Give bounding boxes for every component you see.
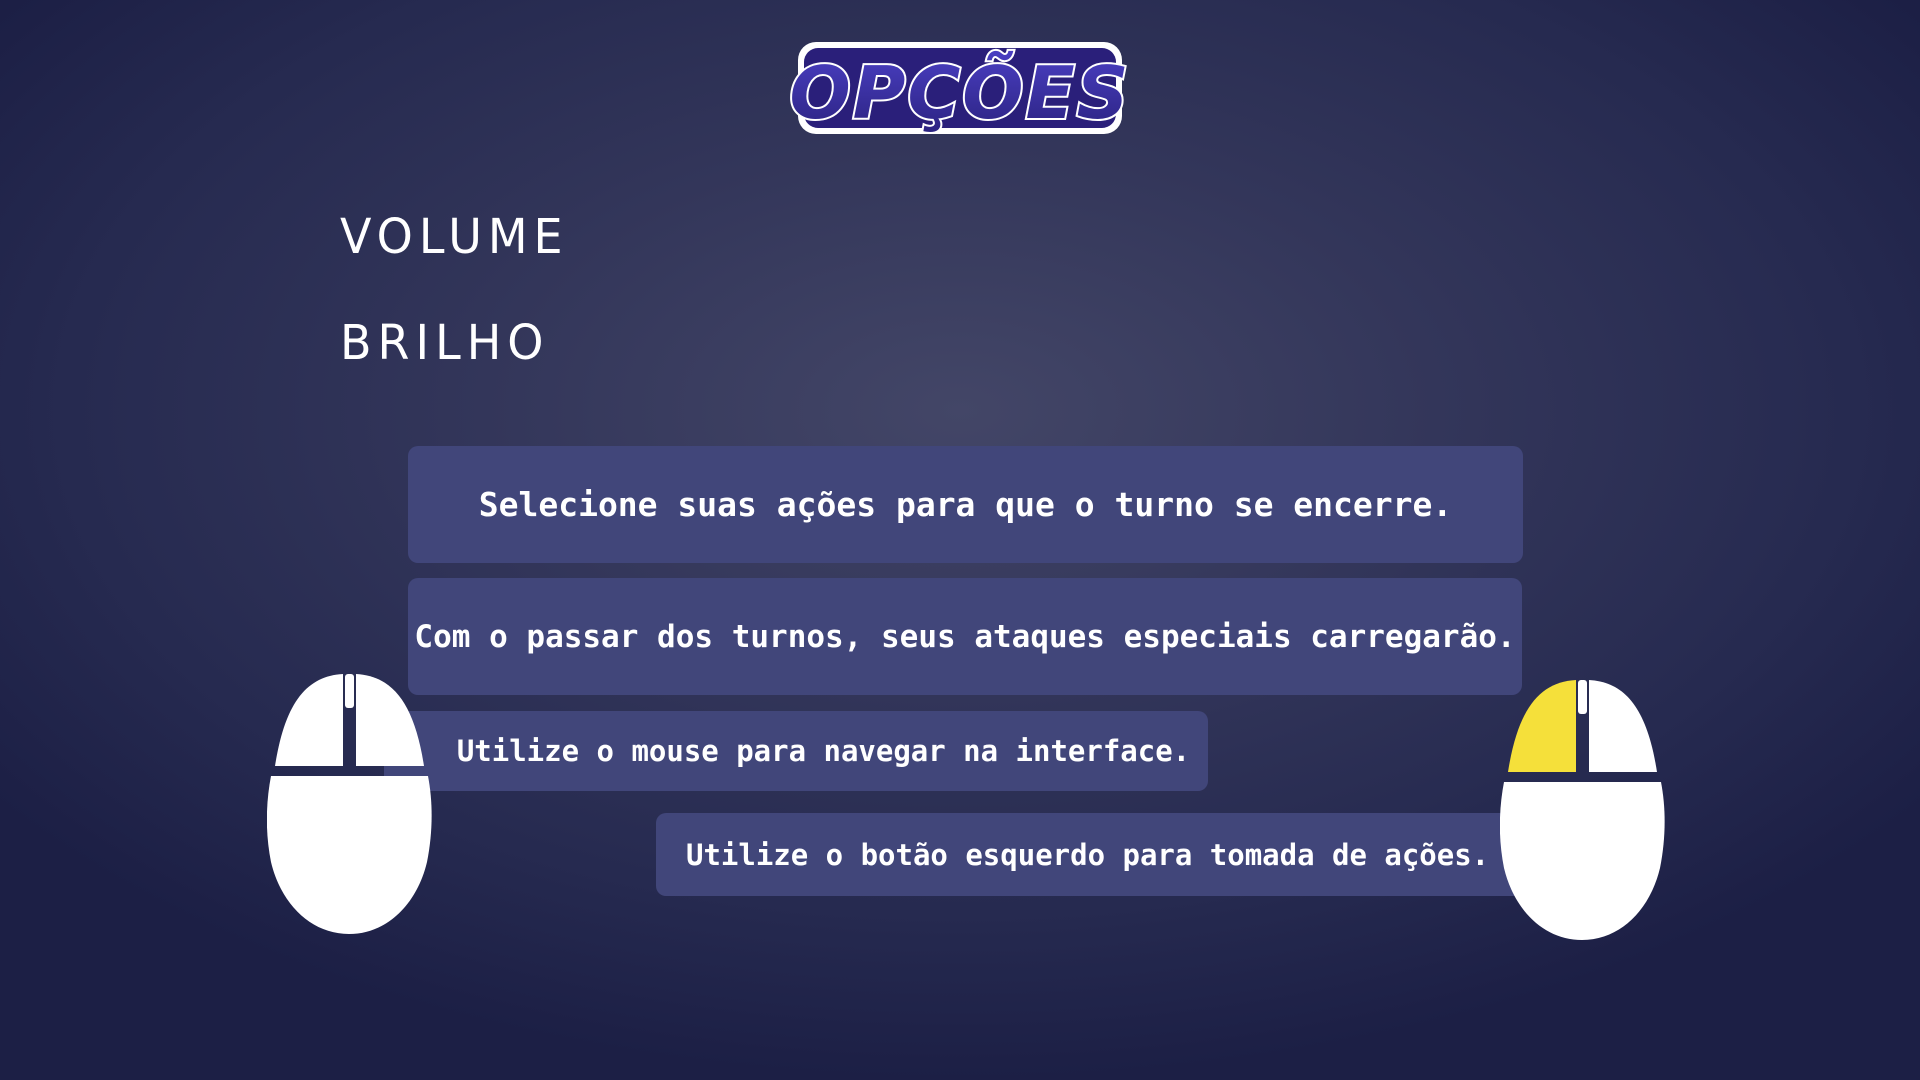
options-title-logo: OPÇÕES: [790, 22, 1130, 150]
mouse-left-button-highlighted-icon: [1500, 678, 1665, 940]
tip-left-button-actions: Utilize o botão esquerdo para tomada de …: [656, 813, 1524, 896]
tip-end-turn: Selecione suas ações para que o turno se…: [408, 446, 1523, 563]
tip-special-attacks: Com o passar dos turnos, seus ataques es…: [408, 578, 1522, 695]
tip-mouse-navigation: Utilize o mouse para navegar na interfac…: [384, 711, 1208, 791]
brightness-option[interactable]: BRILHO: [340, 318, 550, 366]
volume-option[interactable]: VOLUME: [340, 212, 569, 260]
mouse-icon: [267, 672, 432, 934]
options-title-text: OPÇÕES: [790, 51, 1130, 135]
